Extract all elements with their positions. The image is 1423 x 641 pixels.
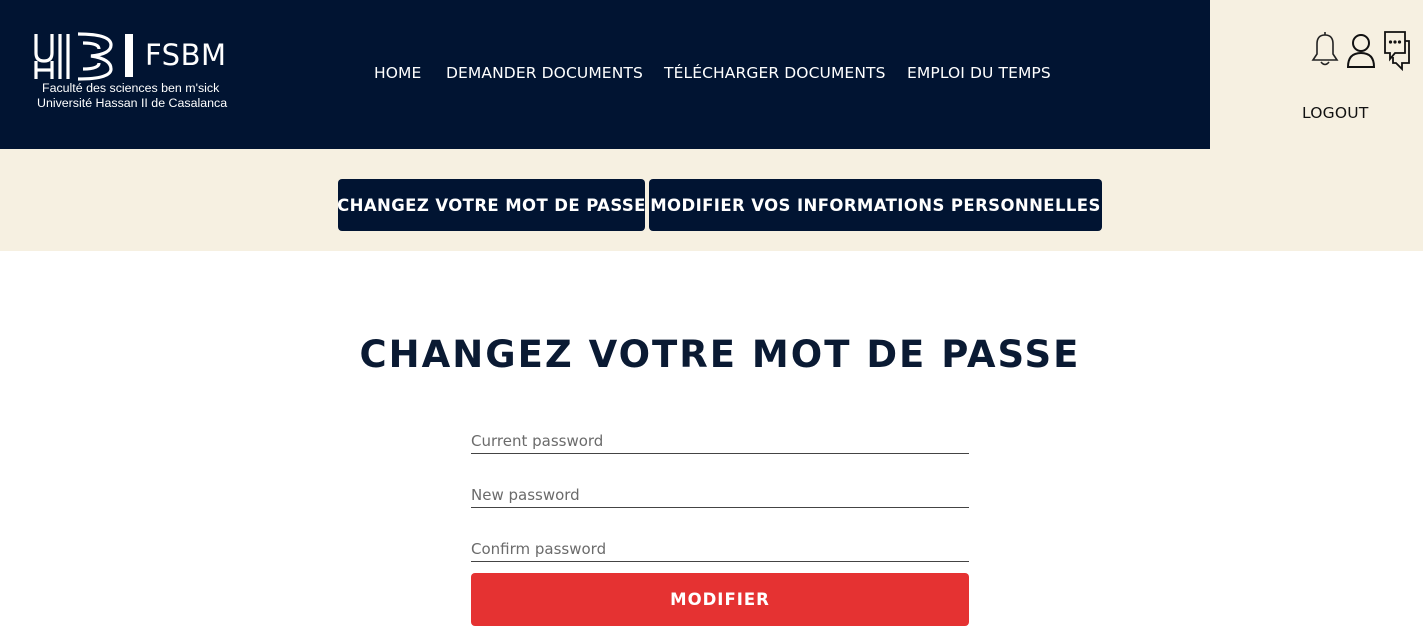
nav-item-telecharger-documents[interactable]: TÉLÉCHARGER DOCUMENTS (664, 64, 886, 82)
chat-icon[interactable] (1382, 29, 1412, 71)
nav-user-panel (1210, 0, 1423, 149)
confirm-password-input[interactable] (471, 536, 969, 562)
nav-item-demander-documents[interactable]: DEMANDER DOCUMENTS (446, 64, 643, 82)
modifier-button[interactable]: MODIFIER (471, 573, 969, 626)
uh2c-logo-mark-icon (34, 32, 133, 81)
tab-change-password[interactable]: CHANGEZ VOTRE MOT DE PASSE (337, 179, 645, 231)
bell-icon[interactable] (1310, 30, 1340, 68)
nav-item-home[interactable]: HOME (374, 64, 421, 82)
brand-university-name: Université Hassan II de Casalanca (37, 96, 228, 110)
logout-link[interactable]: LOGOUT (1302, 104, 1369, 122)
current-password-input[interactable] (471, 428, 969, 454)
user-icon[interactable] (1346, 33, 1376, 69)
new-password-input[interactable] (471, 482, 969, 508)
brand-faculty-name: Faculté des sciences ben m'sick (42, 81, 220, 95)
top-navigation-bar: FSBM Faculté des sciences ben m'sick Uni… (0, 0, 1423, 149)
fsbm-logo[interactable]: FSBM Faculté des sciences ben m'sick Uni… (33, 31, 228, 113)
nav-item-emploi-du-temps[interactable]: EMPLOI DU TEMPS (907, 64, 1051, 82)
page-title: CHANGEZ VOTRE MOT DE PASSE (359, 333, 1081, 376)
brand-acronym: FSBM (145, 38, 227, 72)
tab-edit-personal-info[interactable]: MODIFIER VOS INFORMATIONS PERSONNELLES (649, 179, 1102, 231)
